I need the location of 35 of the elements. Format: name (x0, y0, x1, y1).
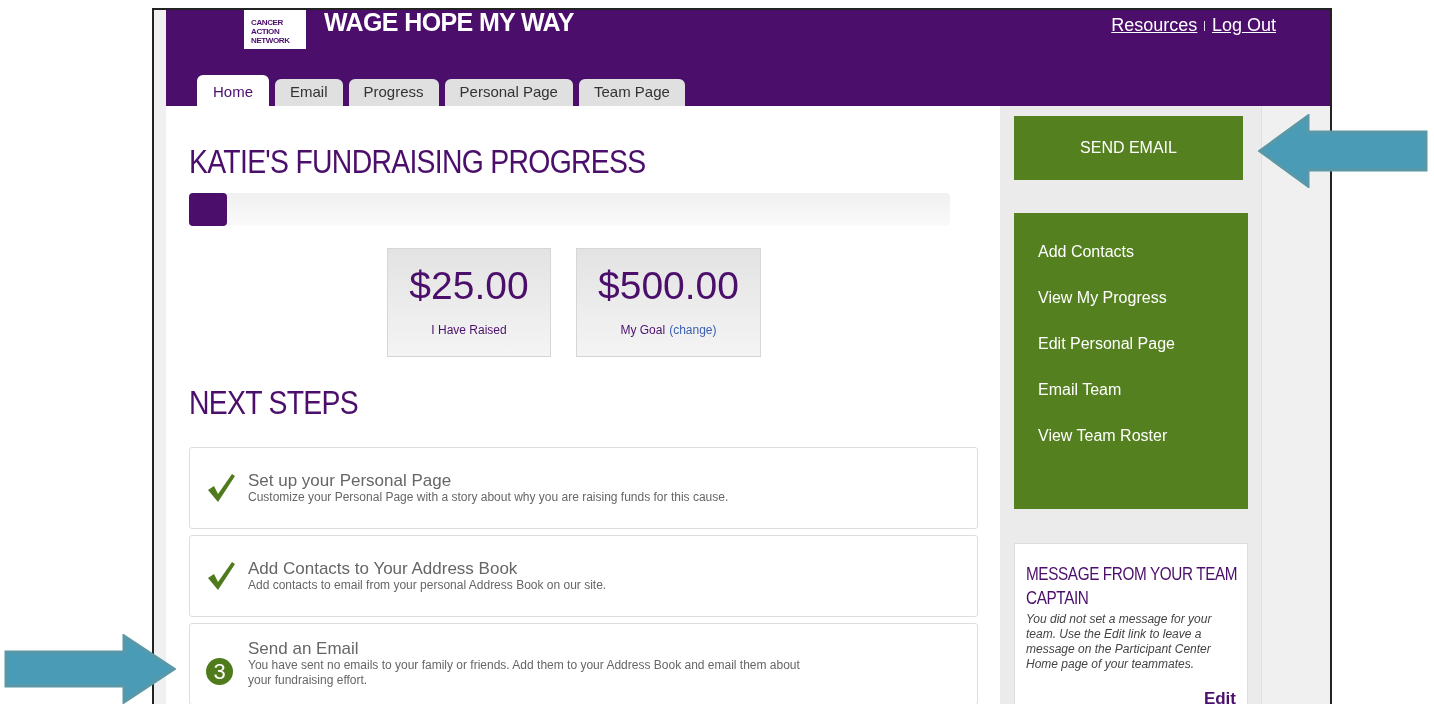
site-title: WAGE HOPE MY WAY (324, 10, 574, 38)
link-separator: | (1203, 18, 1206, 33)
step-title: Send an Email (248, 640, 360, 658)
logo: CANCER ACTION NETWORK (244, 10, 306, 49)
message-title: MESSAGE FROM YOUR TEAM CAPTAIN (1026, 563, 1239, 610)
right-arrow-icon (4, 634, 176, 704)
change-link[interactable]: (change) (669, 321, 717, 339)
log-out-link[interactable]: Log Out (1211, 11, 1276, 39)
stat-label: My Goal (620, 322, 666, 339)
stat-amount: $500.00 (598, 263, 739, 309)
step-number: 3 (206, 657, 233, 685)
stat-amount: $25.00 (409, 263, 529, 309)
quick-link[interactable]: View My Progress (1038, 288, 1248, 308)
step-description: Add contacts to email from your personal Address Book on our site. (248, 577, 607, 593)
left-arrow-icon (1258, 114, 1430, 188)
quick-link[interactable]: Edit Personal Page (1038, 334, 1248, 354)
resources-link[interactable]: Resources (1111, 11, 1198, 39)
stat-label: I Have Raised (431, 322, 507, 339)
step-description: You have sent no emails to your family or friends. Add them to your Address Book and email them about your fundraising effort. (248, 658, 801, 688)
quick-link[interactable]: Email Team (1038, 380, 1248, 400)
message-body: You did not set a message for your team. Use the Edit link to leave a message on the Participant Center Home page of your teammates. (1026, 612, 1213, 672)
tab[interactable]: Email (275, 79, 343, 106)
edit-link[interactable]: Edit (1203, 686, 1236, 704)
tab[interactable]: Progress (348, 79, 439, 106)
tab[interactable]: Home (197, 75, 269, 106)
next-steps-title: NEXT STEPS (189, 385, 360, 421)
progress-title: KATIE'S FUNDRAISING PROGRESS (189, 144, 647, 180)
step-title: Set up your Personal Page (248, 471, 453, 490)
quick-link[interactable]: View Team Roster (1038, 426, 1248, 446)
step-title: Add Contacts to Your Address Book (248, 559, 519, 578)
step-description: Customize your Personal Page with a story about why you are raising funds for this cause. (248, 489, 729, 505)
send-email-button[interactable]: SEND EMAIL (1014, 116, 1243, 180)
quick-link[interactable]: Add Contacts (1038, 242, 1248, 262)
tab[interactable]: Team Page (578, 79, 685, 106)
tab[interactable]: Personal Page (444, 79, 573, 106)
